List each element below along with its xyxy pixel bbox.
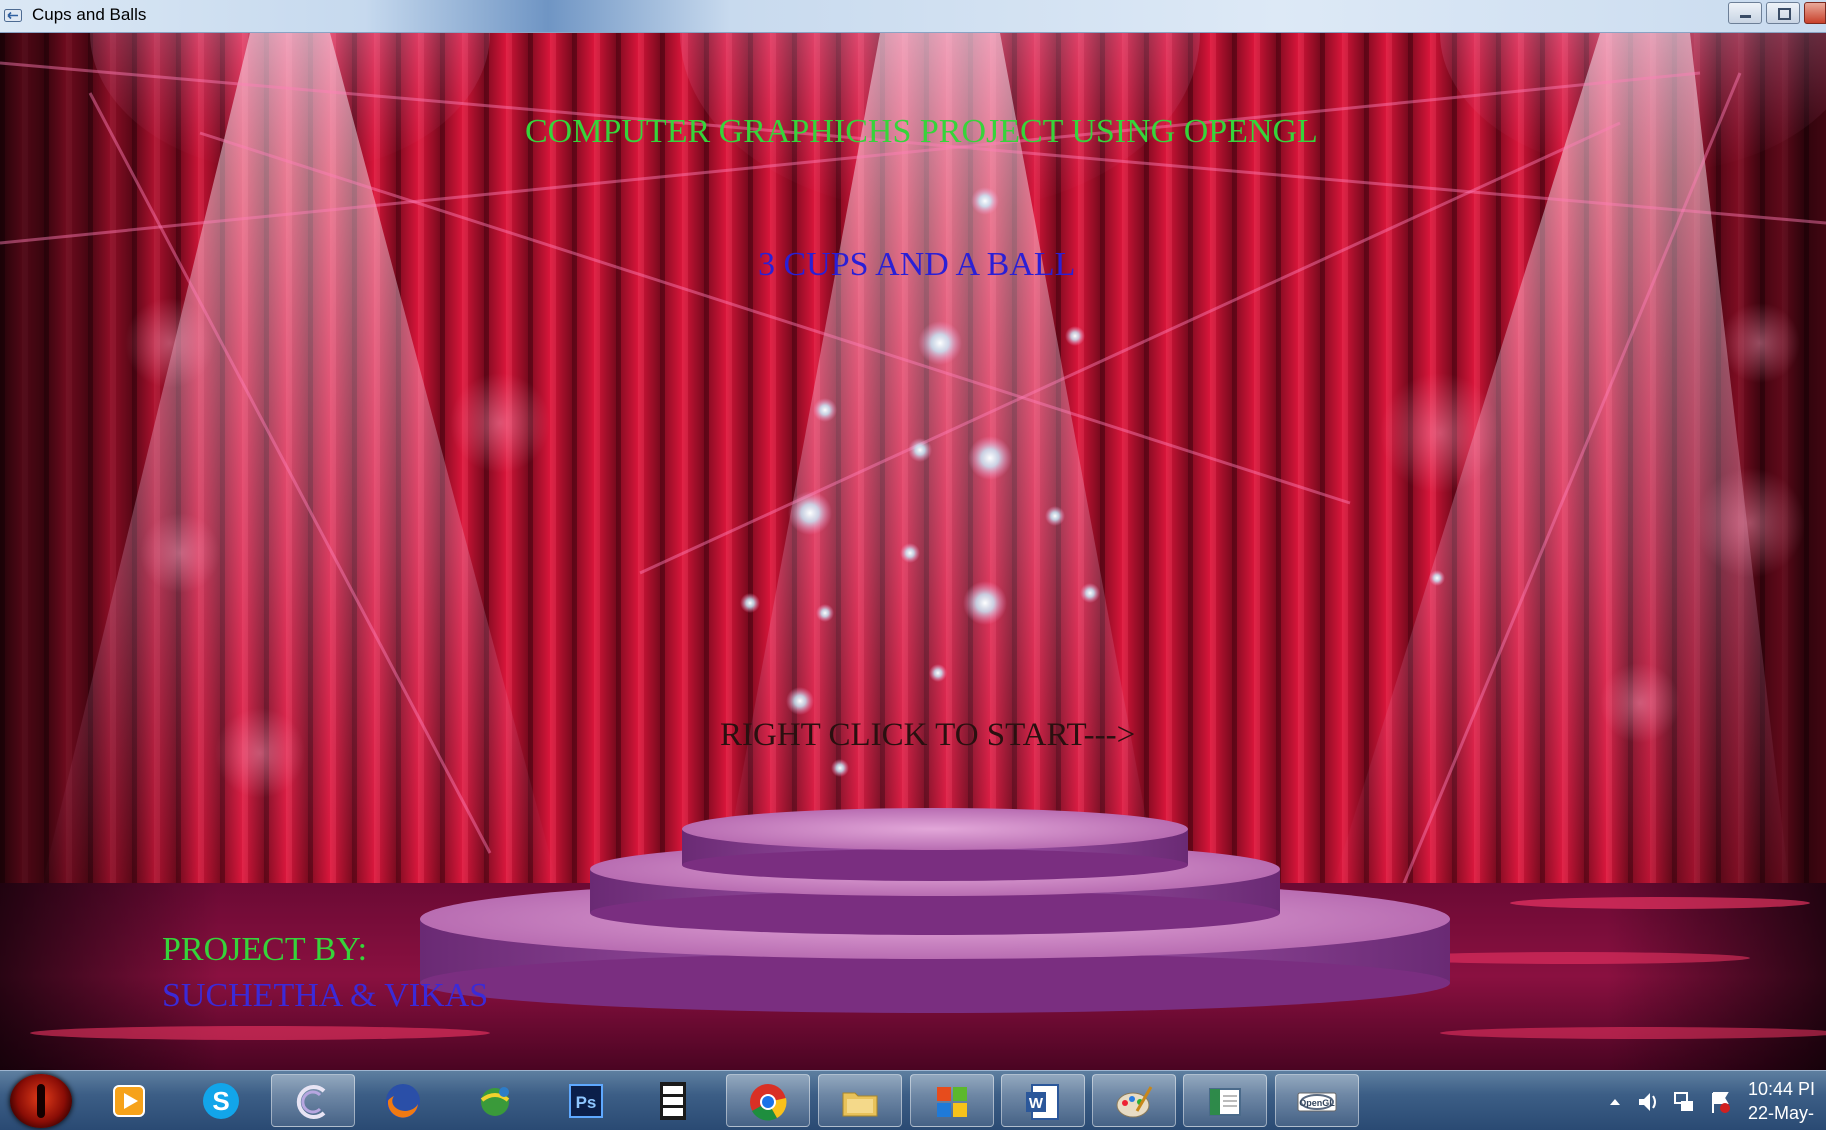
taskbar-item-windows[interactable] <box>910 1074 994 1127</box>
start-button[interactable] <box>10 1074 72 1128</box>
network-icon[interactable] <box>1674 1092 1693 1111</box>
svg-text:S: S <box>212 1086 229 1116</box>
taskbar-item-photoshop[interactable]: Ps <box>545 1074 629 1127</box>
volume-icon[interactable] <box>1639 1093 1656 1111</box>
taskbar-item-app-c[interactable] <box>271 1074 355 1127</box>
game-title: 3 CUPS AND A BALL <box>758 246 1076 283</box>
taskbar-item-notepad[interactable] <box>1183 1074 1267 1127</box>
svg-text:OpenGL: OpenGL <box>1299 1098 1335 1108</box>
media-player-icon <box>113 1085 145 1117</box>
credits-names: SUCHETHA & VIKAS <box>162 977 489 1014</box>
skype-icon: S <box>203 1083 239 1119</box>
credits-label: PROJECT BY: <box>162 931 368 968</box>
taskbar-item-word[interactable]: W <box>1001 1074 1085 1127</box>
clock-date: 22-May- <box>1748 1103 1815 1123</box>
show-hidden-icons-arrow[interactable] <box>1610 1099 1620 1105</box>
windows-flag-icon <box>937 1087 967 1117</box>
taskbar-item-explorer[interactable] <box>818 1074 902 1127</box>
dgi-app-icon <box>660 1082 686 1120</box>
action-center-flag-icon[interactable] <box>1712 1092 1730 1113</box>
clock-time: 10:44 PI <box>1748 1079 1816 1099</box>
taskbar-clock[interactable]: 10:44 PI 22-May- <box>1748 1077 1815 1125</box>
system-tray <box>1610 1092 1730 1113</box>
maximize-button[interactable] <box>1766 2 1800 24</box>
minimize-button[interactable] <box>1728 2 1762 24</box>
taskbar-item-opengl[interactable]: OpenGL <box>1275 1074 1359 1127</box>
network-globe-icon <box>480 1087 510 1116</box>
window-title: Cups and Balls <box>32 5 147 24</box>
main-title: COMPUTER GRAPHICHS PROJECT USING OPENGL <box>525 113 1318 150</box>
svg-text:Ps: Ps <box>576 1093 597 1112</box>
app-c-icon <box>296 1085 326 1119</box>
photoshop-icon: Ps <box>569 1084 603 1118</box>
word-icon: W <box>1026 1084 1059 1120</box>
window-title-bar[interactable]: Cups and Balls <box>0 0 1826 33</box>
chrome-icon <box>750 1084 787 1121</box>
start-prompt: RIGHT CLICK TO START---> <box>720 717 1136 753</box>
taskbar-item-skype[interactable]: S <box>180 1074 264 1127</box>
notepad-window-icon <box>1209 1088 1241 1116</box>
taskbar: S Ps W OpenGL 10:44 PI 22-May- <box>0 1070 1826 1130</box>
taskbar-item-network[interactable] <box>454 1074 538 1127</box>
opengl-canvas[interactable]: COMPUTER GRAPHICHS PROJECT USING OPENGL … <box>0 33 1826 1070</box>
app-window-icon <box>4 9 22 22</box>
taskbar-item-media-player[interactable] <box>88 1074 172 1127</box>
paint-icon <box>1116 1086 1153 1118</box>
stage-background <box>0 33 1826 1070</box>
taskbar-item-chrome[interactable] <box>726 1074 810 1127</box>
opengl-icon: OpenGL <box>1297 1092 1337 1112</box>
file-explorer-icon <box>842 1092 878 1117</box>
svg-text:W: W <box>1029 1095 1044 1112</box>
firefox-icon <box>386 1084 420 1118</box>
taskbar-item-paint[interactable] <box>1092 1074 1176 1127</box>
close-button[interactable] <box>1804 2 1826 24</box>
taskbar-item-firefox[interactable] <box>362 1074 446 1127</box>
taskbar-item-dgi-app[interactable] <box>632 1074 716 1127</box>
